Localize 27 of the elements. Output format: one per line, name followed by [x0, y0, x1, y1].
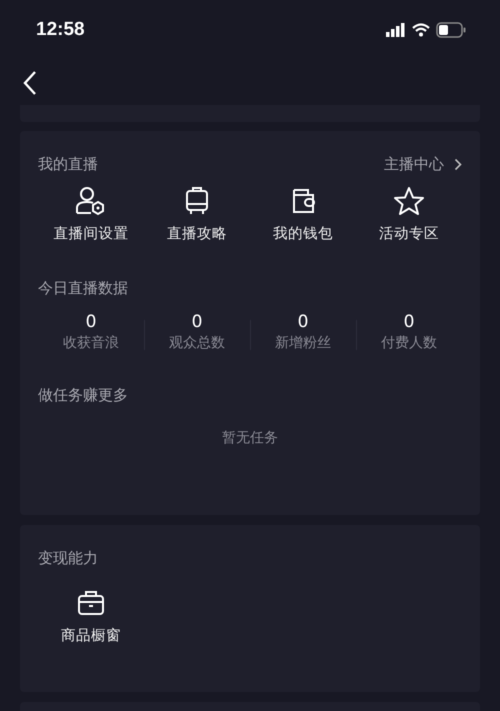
- stat-label: 付费人数: [381, 334, 437, 352]
- anchor-center-link[interactable]: 主播中心: [384, 155, 462, 174]
- stat-value: 0: [192, 312, 202, 332]
- section-title: 我的直播: [38, 155, 98, 174]
- shortcut-item[interactable]: 商品橱窗: [38, 588, 144, 645]
- briefcase-icon: [76, 588, 106, 618]
- stat-label: 收获音浪: [63, 334, 119, 352]
- shortcut-item[interactable]: 我的钱包: [250, 186, 356, 243]
- chevron-right-icon: [454, 158, 462, 171]
- shortcut-item[interactable]: 直播间设置: [38, 186, 144, 243]
- section-title: 今日直播数据: [38, 279, 128, 298]
- stat-value: 0: [298, 312, 308, 332]
- shortcut-item[interactable]: 活动专区: [356, 186, 462, 243]
- empty-message: 暂无任务: [222, 429, 278, 447]
- stat-label: 新增粉丝: [275, 334, 331, 352]
- stat-value: 0: [86, 312, 96, 332]
- star-icon: [393, 186, 425, 216]
- battery-icon: [436, 22, 466, 38]
- back-icon[interactable]: [23, 70, 37, 96]
- section-title: 做任务赚更多: [38, 386, 128, 405]
- signal-icon: [386, 23, 406, 37]
- shortcut-item[interactable]: 直播攻略: [144, 186, 250, 243]
- section-title: 变现能力: [38, 549, 98, 568]
- stat-label: 观众总数: [169, 334, 225, 352]
- wifi-icon: [412, 23, 430, 37]
- status-time: 12:58: [36, 19, 85, 41]
- stat-value: 0: [404, 312, 414, 332]
